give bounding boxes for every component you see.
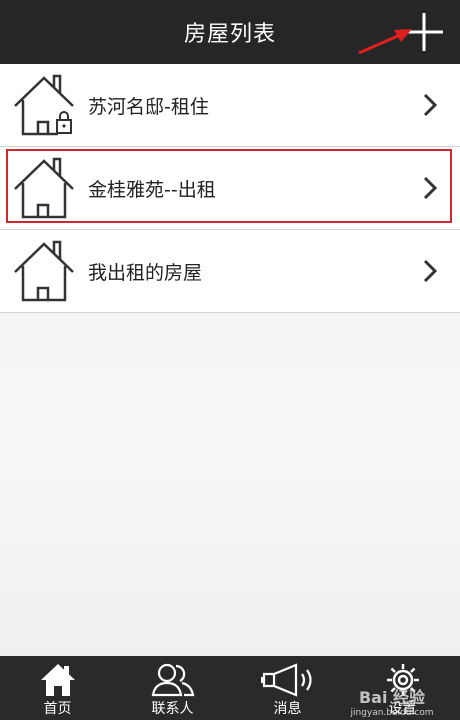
home-icon <box>40 664 75 696</box>
watermark-url: jingyan.baidu.com <box>350 708 434 718</box>
house-label: 苏河名邸-租住 <box>88 95 209 118</box>
house-list: 苏河名邸-租住 金桂雅苑--出租 我出租的房屋 <box>0 64 460 313</box>
watermark: Bai 经验 jingyan.baidu.com <box>332 684 452 718</box>
page-title: 房屋列表 <box>183 22 276 47</box>
tab-contacts[interactable]: 联系人 <box>115 656 230 720</box>
house-icon <box>14 157 74 219</box>
tab-home[interactable]: 首页 <box>0 656 115 720</box>
house-label: 金桂雅苑--出租 <box>88 178 216 201</box>
contacts-icon <box>151 663 194 697</box>
tab-label: 消息 <box>273 701 302 717</box>
tab-messages[interactable]: 消息 <box>230 656 345 720</box>
house-list-item[interactable]: 苏河名邸-租住 <box>0 64 460 147</box>
house-label: 我出租的房屋 <box>88 261 203 284</box>
chevron-right-icon <box>423 93 438 117</box>
header-bar: 房屋列表 <box>0 0 460 64</box>
house-list-item[interactable]: 金桂雅苑--出租 <box>0 147 460 230</box>
annotation-arrow-icon <box>358 29 412 55</box>
house-lock-icon <box>14 74 74 136</box>
megaphone-icon <box>260 663 312 697</box>
house-list-item[interactable]: 我出租的房屋 <box>0 230 460 313</box>
tab-label: 首页 <box>43 701 72 717</box>
chevron-right-icon <box>423 259 438 283</box>
house-icon <box>14 240 74 302</box>
chevron-right-icon <box>423 176 438 200</box>
tab-label: 联系人 <box>151 701 194 717</box>
watermark-brand: Bai 经验 <box>358 688 426 707</box>
